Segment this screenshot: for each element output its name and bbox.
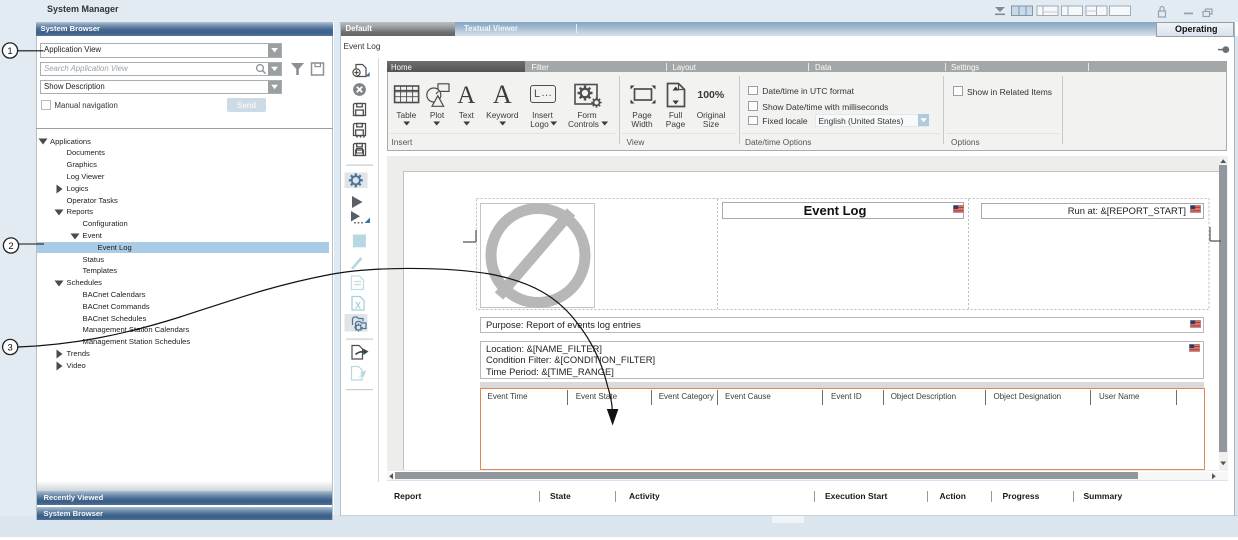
svg-text:2: 2 [8,241,13,252]
svg-text:1: 1 [7,46,12,57]
svg-text:3: 3 [8,342,13,353]
